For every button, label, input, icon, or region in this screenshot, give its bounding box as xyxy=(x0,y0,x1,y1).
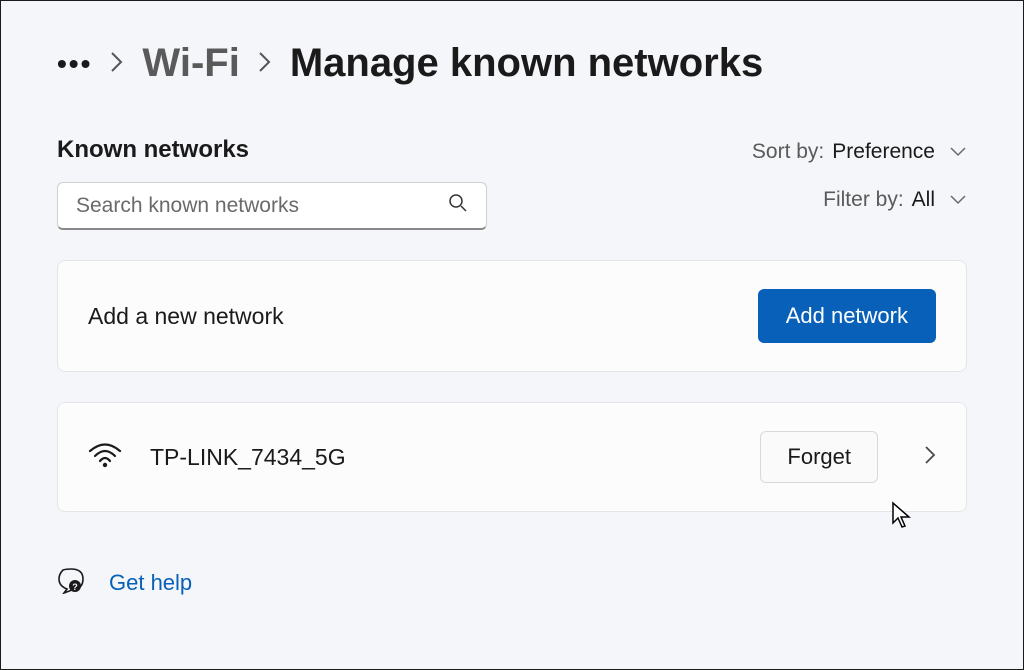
sort-by-label: Sort by: xyxy=(752,140,824,164)
section-title: Known networks xyxy=(57,136,487,164)
page-title: Manage known networks xyxy=(290,41,763,86)
add-network-button[interactable]: Add network xyxy=(758,289,936,343)
forget-button[interactable]: Forget xyxy=(760,431,878,483)
chevron-down-icon xyxy=(949,188,967,212)
svg-text:?: ? xyxy=(72,582,78,592)
add-network-card: Add a new network Add network xyxy=(57,260,967,372)
filter-by-dropdown[interactable]: Filter by: All xyxy=(823,188,967,212)
filter-by-label: Filter by: xyxy=(823,188,904,212)
chevron-right-icon xyxy=(258,48,272,80)
add-network-text: Add a new network xyxy=(88,303,284,330)
breadcrumb-wifi[interactable]: Wi-Fi xyxy=(142,41,239,86)
filter-by-value: All xyxy=(912,188,935,212)
search-input[interactable] xyxy=(76,194,448,218)
chevron-down-icon xyxy=(949,140,967,164)
get-help-row[interactable]: ? Get help xyxy=(57,566,967,599)
breadcrumb-ellipsis[interactable]: ••• xyxy=(57,48,92,80)
network-name: TP-LINK_7434_5G xyxy=(150,444,732,471)
chevron-right-icon xyxy=(110,48,124,80)
help-icon: ? xyxy=(57,566,85,599)
sort-by-dropdown[interactable]: Sort by: Preference xyxy=(752,140,967,164)
get-help-link[interactable]: Get help xyxy=(109,570,192,596)
search-icon xyxy=(448,193,468,218)
network-item[interactable]: TP-LINK_7434_5G Forget xyxy=(57,402,967,512)
search-box[interactable] xyxy=(57,182,487,230)
wifi-icon xyxy=(88,442,122,473)
breadcrumb: ••• Wi-Fi Manage known networks xyxy=(57,41,967,86)
sort-by-value: Preference xyxy=(832,140,935,164)
chevron-right-icon[interactable] xyxy=(924,445,936,470)
